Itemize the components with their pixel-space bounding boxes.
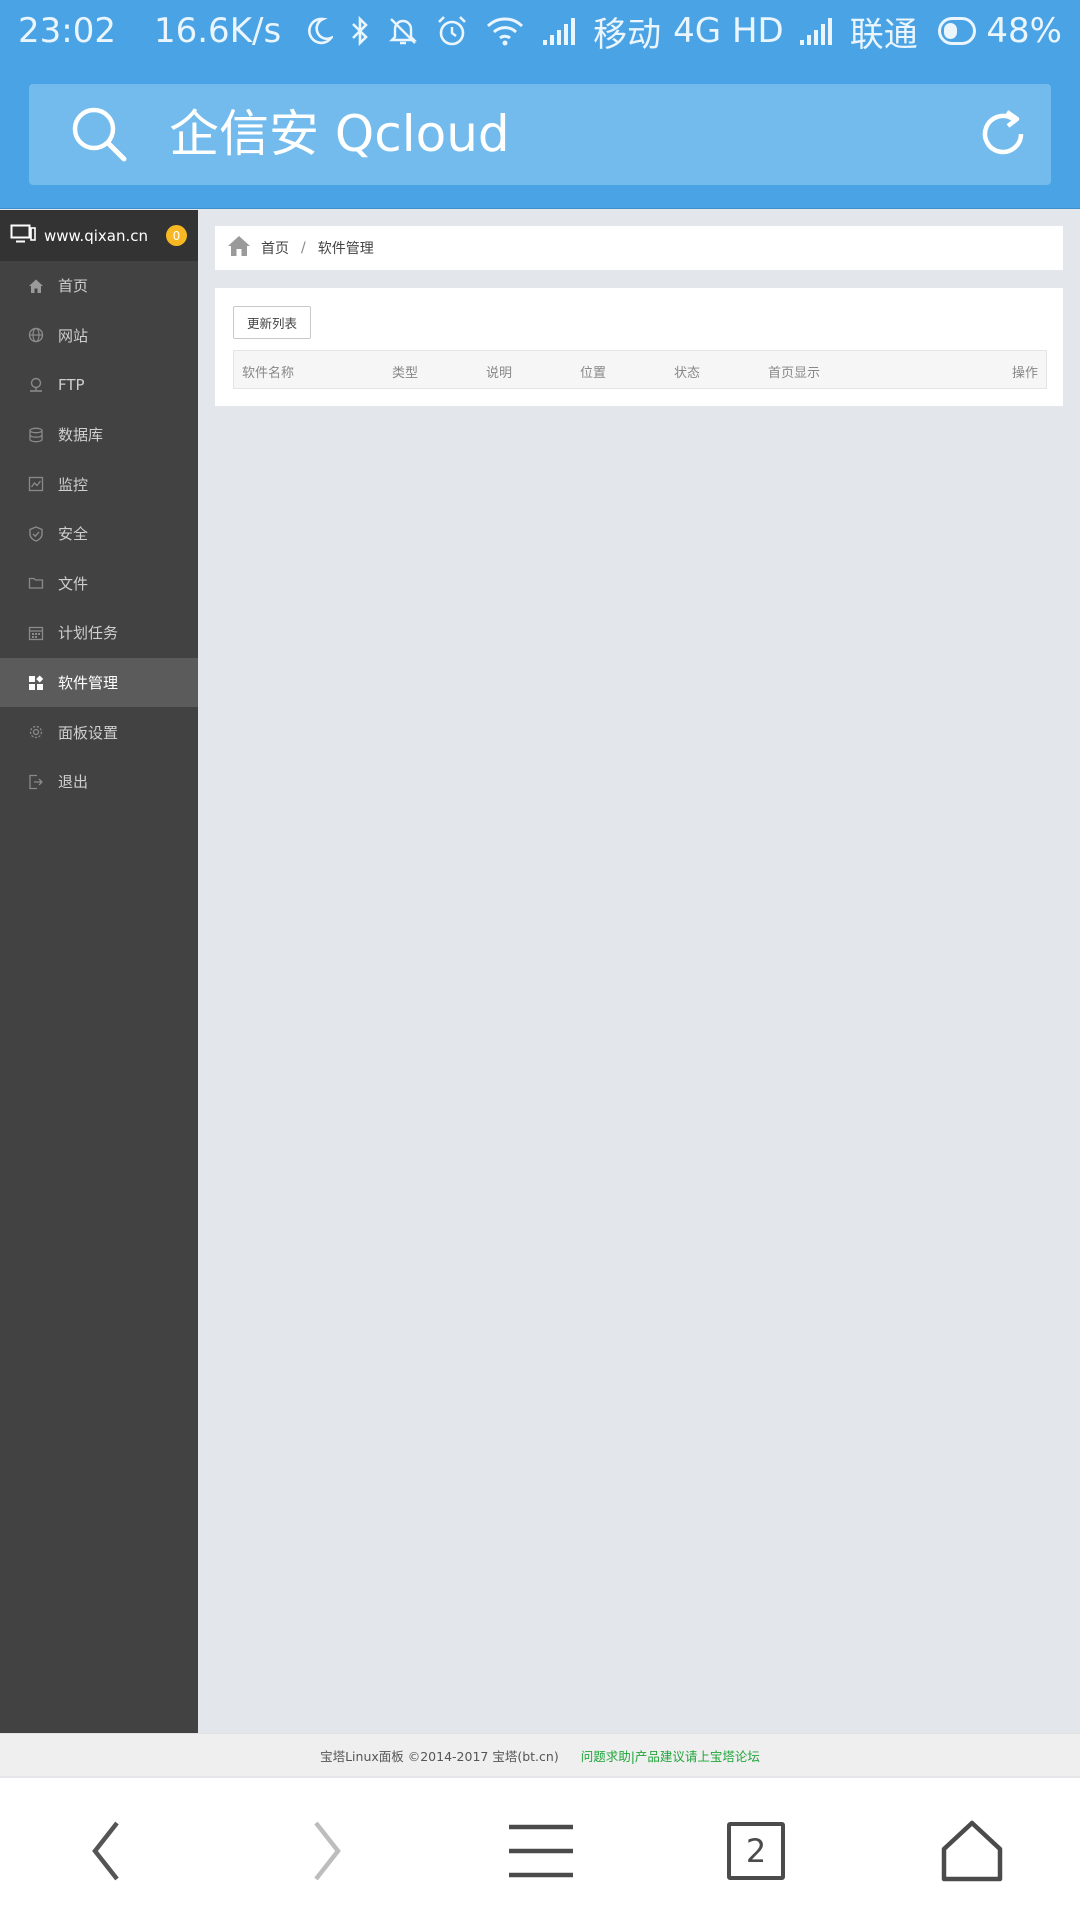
home-icon xyxy=(27,277,45,295)
update-list-button[interactable]: 更新列表 xyxy=(233,306,311,339)
gear-icon xyxy=(27,723,45,741)
breadcrumb-home[interactable]: 首页 xyxy=(261,238,289,258)
sidebar-item-label: 数据库 xyxy=(58,426,104,445)
wifi-icon xyxy=(485,16,525,46)
column-status[interactable]: 状态 xyxy=(674,362,700,381)
ftp-icon xyxy=(27,376,45,394)
sidebar-item-label: 网站 xyxy=(58,326,89,345)
sidebar-item-label: 监控 xyxy=(58,475,89,494)
sidebar-item-settings[interactable]: 面板设置 xyxy=(0,707,198,757)
software-table-header: 软件名称 类型 说明 位置 状态 首页显示 操作 xyxy=(233,350,1047,389)
menu-icon[interactable] xyxy=(501,1815,581,1887)
sidebar-item-label: 计划任务 xyxy=(58,624,119,643)
folder-icon xyxy=(27,574,45,592)
sidebar-item-cron[interactable]: 计划任务 xyxy=(0,608,198,658)
software-panel: 更新列表 软件名称 类型 说明 位置 状态 首页显示 操作 xyxy=(215,288,1063,406)
database-icon xyxy=(27,426,45,444)
calendar-icon xyxy=(27,624,45,642)
address-bar[interactable]: 企信安 Qcloud xyxy=(29,84,1051,185)
sidebar-item-database[interactable]: 数据库 xyxy=(0,410,198,460)
alarm-icon xyxy=(435,14,469,48)
sidebar-item-monitor[interactable]: 监控 xyxy=(0,459,198,509)
signal-icon-2 xyxy=(798,16,836,46)
column-homepage-display[interactable]: 首页显示 xyxy=(768,362,820,381)
bluetooth-icon xyxy=(349,15,371,47)
sidebar-item-label: 软件管理 xyxy=(58,674,119,693)
sidebar-item-label: 文件 xyxy=(58,574,89,593)
network-type: 4G HD xyxy=(673,11,784,51)
apps-icon xyxy=(27,674,45,692)
sidebar-item-security[interactable]: 安全 xyxy=(0,509,198,559)
carrier-2: 联通 xyxy=(849,14,918,55)
sidebar-item-label: FTP xyxy=(58,375,85,394)
battery-icon xyxy=(937,17,977,45)
moon-icon xyxy=(305,16,334,46)
signal-icon xyxy=(541,16,579,46)
sidebar-item-label: 首页 xyxy=(58,277,89,296)
forum-link[interactable]: 问题求助|产品建议请上宝塔论坛 xyxy=(581,1746,760,1765)
battery-percent: 48% xyxy=(986,11,1062,51)
sidebar-item-label: 安全 xyxy=(58,525,89,544)
breadcrumb-current: 软件管理 xyxy=(317,241,374,257)
address-text[interactable]: 企信安 Qcloud xyxy=(169,104,510,164)
sidebar-item-software[interactable]: 软件管理 xyxy=(0,657,198,708)
notification-badge[interactable]: 0 xyxy=(166,225,187,246)
copyright-text: 宝塔Linux面板 ©2014-2017 宝塔(bt.cn) xyxy=(320,1748,559,1764)
back-icon[interactable] xyxy=(67,1815,147,1887)
column-software-name[interactable]: 软件名称 xyxy=(242,362,294,381)
sidebar-header[interactable]: www.qixan.cn 0 xyxy=(0,210,198,261)
status-time: 23:02 xyxy=(18,11,116,51)
column-location[interactable]: 位置 xyxy=(580,362,606,381)
search-icon[interactable] xyxy=(69,104,129,168)
home-icon[interactable] xyxy=(227,235,251,261)
network-speed: 16.6K/s xyxy=(153,11,282,51)
column-description[interactable]: 说明 xyxy=(486,362,512,381)
sidebar-item-home[interactable]: 首页 xyxy=(0,261,198,311)
sidebar-item-ftp[interactable]: FTP xyxy=(0,360,198,410)
computer-icon xyxy=(10,224,36,248)
home-icon[interactable] xyxy=(932,1815,1012,1887)
sidebar: www.qixan.cn 0 首页 网站 FTP 数据库 监控 安全 文件 计划… xyxy=(0,210,198,1733)
battery-level xyxy=(943,23,957,39)
column-type[interactable]: 类型 xyxy=(392,362,418,381)
sidebar-item-website[interactable]: 网站 xyxy=(0,311,198,361)
tabs-button[interactable]: 2 xyxy=(716,1815,796,1887)
browser-header: 23:02 16.6K/s 移动 4G HD 联通 48% 企信安 Qcloud xyxy=(0,0,1080,209)
column-actions[interactable]: 操作 xyxy=(1012,362,1038,381)
sidebar-item-files[interactable]: 文件 xyxy=(0,559,198,609)
carrier-1: 移动 xyxy=(593,14,662,55)
breadcrumb: 首页 / 软件管理 xyxy=(215,226,1063,270)
browser-bottom-nav: 2 xyxy=(0,1777,1080,1920)
site-name[interactable]: www.qixan.cn xyxy=(44,227,148,245)
logout-icon xyxy=(27,773,45,791)
shield-icon xyxy=(27,525,45,543)
sidebar-item-logout[interactable]: 退出 xyxy=(0,757,198,807)
breadcrumb-separator: / xyxy=(301,240,306,256)
globe-icon xyxy=(27,326,45,344)
monitor-icon xyxy=(27,475,45,493)
sidebar-item-label: 面板设置 xyxy=(58,723,119,742)
bell-off-icon xyxy=(387,15,419,47)
tab-count: 2 xyxy=(727,1822,785,1880)
page-footer: 宝塔Linux面板 ©2014-2017 宝塔(bt.cn) 问题求助|产品建议… xyxy=(0,1733,1080,1776)
reload-icon[interactable] xyxy=(973,104,1033,168)
sidebar-item-label: 退出 xyxy=(58,773,89,792)
status-bar: 23:02 16.6K/s 移动 4G HD 联通 48% xyxy=(0,0,1080,62)
forward-icon[interactable] xyxy=(286,1815,366,1887)
